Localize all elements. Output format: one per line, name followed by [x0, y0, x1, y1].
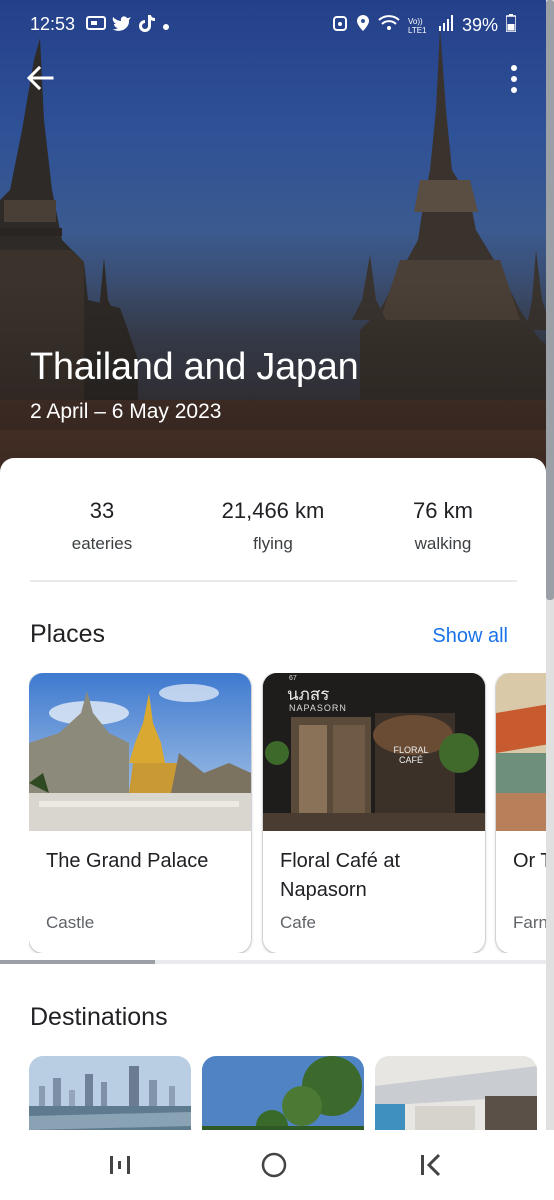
places-scrollbar: [0, 960, 546, 964]
show-all-places-link[interactable]: Show all: [432, 625, 508, 648]
place-type: Farn: [513, 913, 546, 932]
back-button[interactable]: [22, 60, 58, 96]
message-icon: [86, 15, 106, 36]
cafe-window-text: FLORAL CAFÉ: [393, 745, 429, 765]
volte-icon: Vo)) LTE1: [407, 16, 427, 35]
places-carousel[interactable]: The Grand Palace Castle 67 นภสร NAPASORN…: [29, 673, 546, 953]
place-name: The Grand Palace: [46, 850, 209, 872]
more-options-button[interactable]: [502, 62, 526, 96]
recents-button[interactable]: [103, 1148, 137, 1182]
alarm-icon: [332, 14, 348, 37]
twitter-icon: [112, 15, 132, 36]
place-card-floral-cafe[interactable]: 67 นภสร NAPASORN FLORAL CAFÉ Floral Café…: [263, 673, 485, 953]
places-heading: Places: [30, 620, 106, 648]
stat-eateries: 33 eateries: [22, 498, 182, 554]
stat-flying: 21,466 km flying: [193, 498, 353, 554]
cafe-photo: 67 นภสร NAPASORN FLORAL CAFÉ: [263, 673, 485, 831]
divider: [30, 580, 517, 582]
stat-walking: 76 km walking: [363, 498, 523, 554]
place-name: Or T: [513, 850, 546, 872]
place-card-grand-palace[interactable]: The Grand Palace Castle: [29, 673, 251, 953]
status-bar: 12:53 Vo)) LTE1 39%: [0, 10, 554, 40]
system-nav-bar: [0, 1130, 554, 1200]
place-type: Cafe: [280, 913, 316, 932]
home-icon: [261, 1152, 287, 1178]
hero-banner: 12:53 Vo)) LTE1 39% Thailand and Japan 2…: [0, 0, 554, 480]
home-button[interactable]: [257, 1148, 291, 1182]
temple-photo: [29, 673, 251, 831]
tiktok-icon: [138, 14, 156, 37]
place-type: Castle: [46, 913, 95, 932]
stat-label: eateries: [71, 534, 133, 553]
place-card-third[interactable]: Or T Farn: [496, 673, 546, 953]
location-icon: [356, 14, 370, 37]
page-scrollbar-thumb[interactable]: [546, 0, 554, 600]
cafe-sign-text: NAPASORN: [289, 703, 347, 713]
places-scrollbar-thumb[interactable]: [0, 960, 155, 964]
battery-icon: [505, 14, 517, 37]
stat-value: 21,466 km: [221, 498, 325, 523]
stat-value: 33: [89, 498, 115, 523]
market-photo: [496, 673, 546, 831]
trip-dates: 2 April – 6 May 2023: [30, 400, 222, 423]
page-scrollbar-track: [546, 0, 554, 1200]
back-icon: [421, 1153, 441, 1177]
destinations-heading: Destinations: [30, 1003, 168, 1031]
stat-label: walking: [414, 534, 472, 553]
stat-value: 76 km: [413, 498, 473, 523]
wifi-icon: [378, 14, 400, 37]
nav-back-button[interactable]: [412, 1148, 446, 1182]
trip-stats: 33 eateries 21,466 km flying 76 km walki…: [0, 498, 546, 558]
dot-icon: [162, 15, 170, 36]
stat-label: flying: [253, 534, 293, 553]
status-time: 12:53: [30, 14, 76, 34]
more-vert-icon: [511, 65, 517, 93]
trip-title: Thailand and Japan: [30, 346, 359, 388]
signal-icon: [438, 14, 454, 37]
battery-percent: 39%: [461, 15, 498, 35]
place-name: Floral Café at Napasorn: [280, 850, 401, 901]
trip-details-sheet: 33 eateries 21,466 km flying 76 km walki…: [0, 458, 546, 1200]
arrow-left-icon: [26, 65, 54, 91]
recents-icon: [110, 1156, 130, 1174]
